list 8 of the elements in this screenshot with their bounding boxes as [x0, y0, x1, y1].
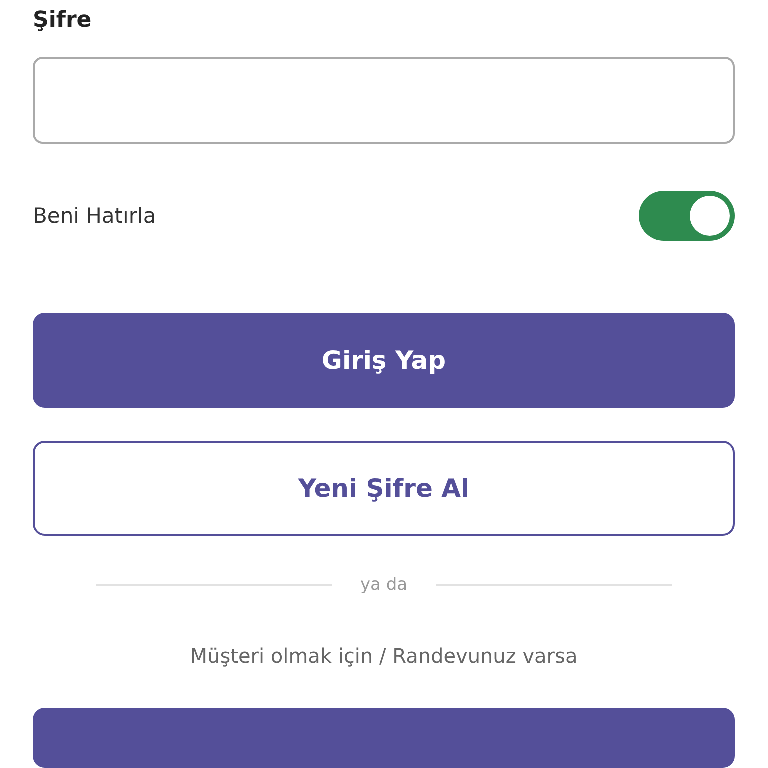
remember-label: Beni Hatırla [33, 204, 156, 228]
customer-note: Müşteri olmak için / Randevunuz varsa [189, 644, 579, 668]
field-label: Şifre [33, 8, 93, 35]
login-button[interactable]: Giriş Yap [33, 313, 735, 408]
remember-toggle[interactable] [639, 191, 735, 241]
password-field[interactable] [33, 57, 735, 144]
reset-password-button[interactable]: Yeni Şifre Al [33, 441, 735, 536]
divider-label: ya da [360, 575, 408, 595]
